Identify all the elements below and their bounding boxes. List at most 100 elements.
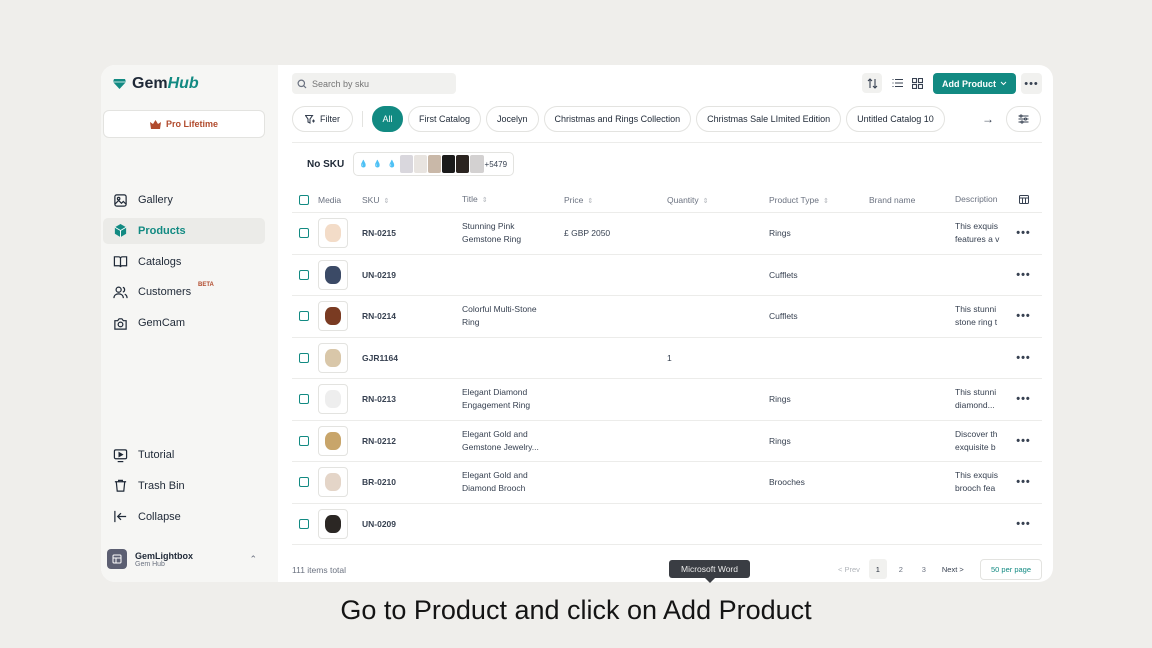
- row-checkbox[interactable]: [292, 394, 316, 405]
- sidebar-item-gemcam[interactable]: GemCam: [103, 310, 265, 336]
- tab-christmas-rings[interactable]: Christmas and Rings Collection: [543, 106, 692, 132]
- sidebar-item-gallery[interactable]: Gallery: [103, 187, 265, 213]
- pagination: < Prev 1 2 3 Next >: [834, 559, 968, 579]
- table-settings-button[interactable]: [1005, 195, 1042, 204]
- table-row[interactable]: GJR1164 1 •••: [292, 338, 1042, 379]
- checkbox[interactable]: [299, 518, 309, 529]
- sidebar-item-collapse[interactable]: Collapse: [103, 504, 265, 530]
- add-product-label: Add Product: [942, 78, 996, 89]
- checkbox[interactable]: [299, 228, 309, 239]
- sidebar-item-tutorial[interactable]: Tutorial: [103, 442, 265, 468]
- grid-view-button[interactable]: [907, 73, 927, 93]
- row-actions-button[interactable]: •••: [1005, 269, 1042, 281]
- sidebar-item-customers[interactable]: Customers BETA: [103, 279, 265, 305]
- product-thumbnail[interactable]: [318, 384, 348, 415]
- page-2-button[interactable]: 2: [892, 559, 910, 579]
- checkbox[interactable]: [299, 477, 309, 488]
- row-checkbox[interactable]: [292, 518, 316, 529]
- search-box[interactable]: [292, 73, 456, 94]
- row-actions-button[interactable]: •••: [1005, 435, 1042, 447]
- table-row[interactable]: RN-0212 Elegant Gold and Gemstone Jewelry…: [292, 421, 1042, 462]
- sidebar: Gem Hub Pro Lifetime Gallery Products Cat…: [101, 65, 278, 582]
- prev-page-button[interactable]: < Prev: [834, 559, 864, 579]
- row-actions-button[interactable]: •••: [1005, 310, 1042, 322]
- row-checkbox[interactable]: [292, 477, 316, 488]
- row-checkbox[interactable]: [292, 352, 316, 363]
- scroll-right-button[interactable]: →: [975, 106, 1001, 132]
- sidebar-item-catalogs[interactable]: Catalogs: [103, 249, 265, 275]
- per-page-select[interactable]: 50 per page: [980, 559, 1042, 580]
- product-image: [325, 265, 341, 284]
- col-sku[interactable]: SKU ⇕: [360, 195, 462, 205]
- select-all-checkbox[interactable]: [292, 194, 316, 205]
- table-row[interactable]: RN-0215 Stunning Pink Gemstone Ring £ GBP…: [292, 213, 1042, 255]
- tab-christmas-sale[interactable]: Christmas Sale LImited Edition: [696, 106, 842, 132]
- col-media: Media: [318, 194, 342, 205]
- product-thumbnail[interactable]: [318, 218, 348, 249]
- row-actions-button[interactable]: •••: [1005, 476, 1042, 488]
- tab-first-catalog[interactable]: First Catalog: [408, 106, 482, 132]
- row-actions-button[interactable]: •••: [1005, 227, 1042, 239]
- table-row[interactable]: RN-0214 Colorful Multi-Stone Ring Cufflet…: [292, 296, 1042, 338]
- title-line: Ring: [462, 317, 480, 328]
- table-row[interactable]: BR-0210 Elegant Gold and Diamond Brooch B…: [292, 462, 1042, 504]
- filter-button[interactable]: Filter: [292, 106, 353, 132]
- row-checkbox[interactable]: [292, 269, 316, 280]
- tab-jocelyn[interactable]: Jocelyn: [486, 106, 539, 132]
- checkbox[interactable]: [299, 394, 309, 405]
- product-thumbnail[interactable]: [318, 342, 348, 373]
- col-price[interactable]: Price ⇕: [564, 195, 667, 205]
- checkbox[interactable]: [299, 435, 309, 446]
- product-thumbnail[interactable]: [318, 467, 348, 498]
- product-thumbnail[interactable]: [318, 508, 348, 539]
- sku-cell[interactable]: RN-0215: [360, 228, 462, 238]
- logo[interactable]: Gem Hub: [113, 75, 199, 93]
- list-view-button[interactable]: [887, 73, 907, 93]
- checkbox[interactable]: [299, 269, 309, 280]
- col-product-type[interactable]: Product Type ⇕: [769, 195, 869, 205]
- sku-cell[interactable]: RN-0214: [360, 311, 462, 321]
- page-3-button[interactable]: 3: [915, 559, 933, 579]
- sidebar-item-products[interactable]: Products: [103, 217, 265, 244]
- table-row[interactable]: UN-0219 Cufflets •••: [292, 255, 1042, 296]
- row-checkbox[interactable]: [292, 228, 316, 239]
- sku-cell[interactable]: RN-0212: [360, 436, 462, 446]
- row-actions-button[interactable]: •••: [1005, 393, 1042, 405]
- tab-untitled-catalog-10[interactable]: Untitled Catalog 10: [846, 106, 945, 132]
- col-quantity[interactable]: Quantity ⇕: [667, 195, 769, 205]
- checkbox[interactable]: [299, 311, 309, 322]
- row-checkbox[interactable]: [292, 311, 316, 322]
- product-thumbnail[interactable]: [318, 301, 348, 332]
- account-switcher[interactable]: GemLightbox Gem Hub ⌃: [107, 549, 257, 569]
- sort-button[interactable]: [862, 73, 882, 93]
- no-sku-thumbnails[interactable]: 💧 💧 💧 +5479: [353, 152, 514, 176]
- table-row[interactable]: RN-0213 Elegant Diamond Engagement Ring R…: [292, 379, 1042, 421]
- row-actions-button[interactable]: •••: [1005, 518, 1042, 530]
- next-page-button[interactable]: Next >: [938, 559, 968, 579]
- beta-badge: BETA: [198, 282, 214, 289]
- checkbox[interactable]: [299, 352, 309, 363]
- product-thumbnail[interactable]: [318, 425, 348, 456]
- tab-all[interactable]: All: [372, 106, 403, 132]
- col-title[interactable]: Title ⇕: [462, 193, 564, 207]
- sku-cell[interactable]: UN-0219: [360, 270, 462, 280]
- sku-cell[interactable]: UN-0209: [360, 519, 462, 529]
- product-thumbnail[interactable]: [318, 259, 348, 290]
- page-1-button[interactable]: 1: [868, 559, 887, 579]
- search-input[interactable]: [312, 78, 442, 89]
- row-checkbox[interactable]: [292, 435, 316, 446]
- column-settings-button[interactable]: [1006, 106, 1041, 132]
- pro-lifetime-button[interactable]: Pro Lifetime: [103, 110, 265, 138]
- logo-text-hub: Hub: [167, 75, 199, 92]
- description-line: diamond...: [955, 400, 995, 411]
- more-options-button[interactable]: •••: [1021, 73, 1042, 94]
- checkbox[interactable]: [299, 194, 309, 205]
- sidebar-item-trash-bin[interactable]: Trash Bin: [103, 473, 265, 499]
- add-product-button[interactable]: Add Product: [933, 73, 1016, 94]
- sku-cell[interactable]: GJR1164: [360, 353, 462, 363]
- table-row[interactable]: UN-0209 •••: [292, 504, 1042, 545]
- sku-cell[interactable]: RN-0213: [360, 394, 462, 404]
- logo-text-gem: Gem: [132, 75, 168, 92]
- sku-cell[interactable]: BR-0210: [360, 477, 462, 487]
- row-actions-button[interactable]: •••: [1005, 352, 1042, 364]
